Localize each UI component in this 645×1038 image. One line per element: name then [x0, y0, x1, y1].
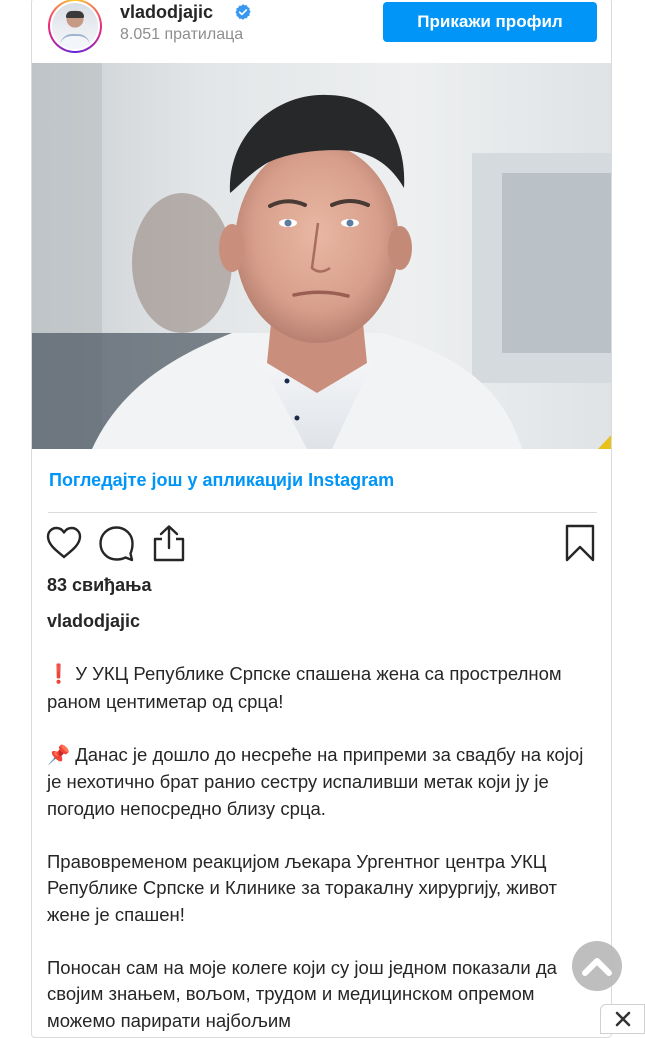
view-profile-button[interactable]: Прикажи профил: [383, 2, 597, 42]
caption-paragraph: 📌 Данас је дошло до несреће на припреми …: [47, 743, 584, 819]
username[interactable]: vladodjajic: [120, 2, 213, 23]
scroll-to-top-button[interactable]: [572, 941, 622, 991]
caption-paragraph: Поносан сам на моје колеге који су још ј…: [47, 956, 557, 1031]
pushpin-icon: 📌: [47, 744, 71, 766]
post-photo-image: [32, 63, 611, 449]
post-caption: ❗ У УКЦ Републике Српске спашена жена са…: [47, 661, 599, 1037]
close-button[interactable]: [600, 1004, 645, 1034]
verified-badge-icon: [235, 4, 251, 20]
caption-paragraph: ❗ У УКЦ Републике Српске спашена жена са…: [47, 663, 562, 712]
caption-paragraph: Правовременом реакцијом љекара Ургентног…: [47, 850, 558, 925]
divider: [48, 512, 597, 513]
comment-icon[interactable]: [96, 523, 136, 563]
avatar[interactable]: [48, 0, 102, 53]
chevron-up-icon: [582, 958, 612, 976]
close-icon: [615, 1011, 630, 1027]
instagram-embed-card: vladodjajic 8.051 пратилаца Прикажи проф…: [31, 0, 612, 1038]
action-bar: [32, 523, 611, 563]
like-count[interactable]: 83 свиђања: [47, 575, 152, 596]
share-icon[interactable]: [149, 523, 189, 563]
caption-username[interactable]: vladodjajic: [47, 611, 140, 632]
follower-count: 8.051 пратилаца: [120, 26, 244, 43]
avatar-image: [52, 3, 98, 49]
bookmark-icon[interactable]: [560, 523, 600, 563]
exclamation-icon: ❗: [47, 664, 71, 685]
post-photo[interactable]: [32, 63, 611, 449]
post-header: vladodjajic 8.051 пратилаца Прикажи проф…: [32, 0, 611, 65]
view-more-in-app-link[interactable]: Погледајте још у апликацији Instagram: [49, 470, 394, 491]
heart-icon[interactable]: [44, 523, 84, 563]
